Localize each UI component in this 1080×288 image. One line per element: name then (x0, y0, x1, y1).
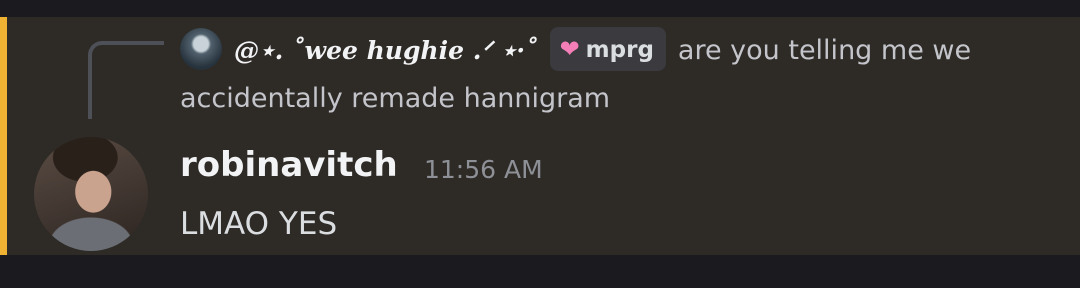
role-tag[interactable]: ❤ mprg (549, 26, 666, 71)
message-body: LMAO YES (180, 206, 338, 242)
pink-heart-icon: ❤ (559, 34, 580, 63)
message-row[interactable]: @⋆. ˚wee hughie .ᐟ ⋆·˚ ❤ mprg are you telli… (0, 17, 1080, 255)
reply-author-avatar[interactable] (180, 27, 222, 70)
reply-text-line1: are you telling me we (677, 35, 972, 66)
message-timestamp[interactable]: 11:56 AM (424, 153, 543, 187)
role-label: mprg (585, 36, 654, 63)
author-name[interactable]: robinavitch (180, 142, 398, 188)
reply-author-name[interactable]: @⋆. ˚wee hughie .ᐟ ⋆·˚ (234, 36, 538, 65)
mention-highlight-bar (0, 17, 7, 255)
reply-text-line2: accidentally remade hannigram (180, 83, 611, 114)
reply-connector (88, 41, 164, 119)
reply-preview[interactable]: @⋆. ˚wee hughie .ᐟ ⋆·˚ ❤ mprg are you telli… (180, 26, 1060, 123)
author-avatar[interactable] (34, 137, 148, 251)
